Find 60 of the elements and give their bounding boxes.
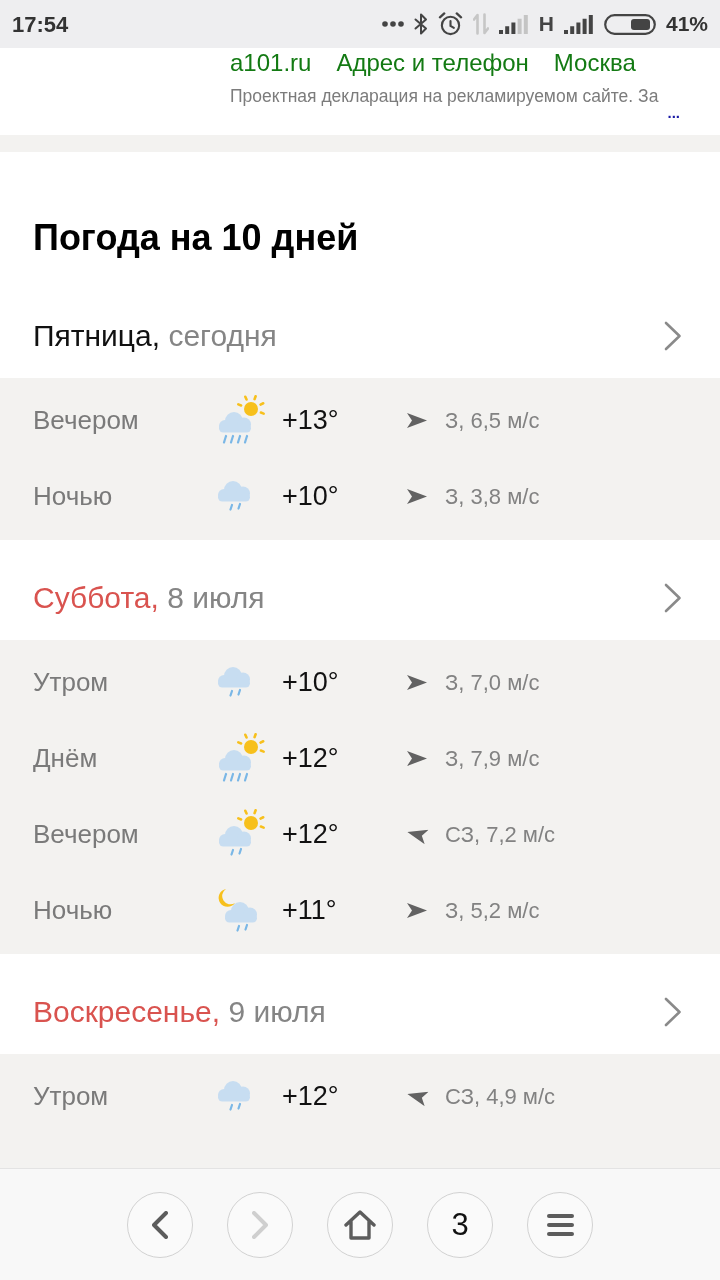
bluetooth-icon <box>413 13 428 35</box>
cloud-rain-icon <box>217 1079 252 1113</box>
sun-cloud-rain-icon <box>217 809 266 859</box>
day-header[interactable]: Суббота, 8 июля <box>0 540 720 640</box>
wind-arrow-icon <box>407 750 427 766</box>
status-time: 17:54 <box>12 10 69 39</box>
moon-cloud-rain-icon <box>217 886 259 934</box>
chevron-right-icon <box>664 583 682 613</box>
period-label: Вечером <box>32 817 140 851</box>
wind-reading: СЗ, 7,2 м/с <box>445 820 556 849</box>
period-label: Утром <box>32 665 110 699</box>
wind-reading: З, 6,5 м/с <box>445 406 540 435</box>
temperature: +10° <box>282 479 340 513</box>
network-type: H <box>538 11 554 38</box>
period-label: Днём <box>32 741 99 775</box>
alarm-clock-icon <box>437 12 463 36</box>
period-label: Ночью <box>32 893 114 927</box>
period-label: Ночью <box>32 479 114 513</box>
temperature: +12° <box>282 741 340 775</box>
day-header[interactable]: Воскресенье, 9 июля <box>0 954 720 1054</box>
wind-arrow-icon <box>407 412 427 428</box>
wind-reading: З, 7,9 м/с <box>445 744 540 773</box>
more-link[interactable]: ... <box>667 107 680 119</box>
more-dots-icon <box>381 21 404 27</box>
period-label: Вечером <box>32 403 140 437</box>
temperature: +12° <box>282 817 340 851</box>
chevron-right-icon <box>664 321 682 351</box>
temperature: +13° <box>282 403 340 437</box>
battery-percent: 41% <box>665 11 708 38</box>
ad-link[interactable]: a101.ru <box>230 48 312 78</box>
wind-reading: З, 5,2 м/с <box>445 896 540 925</box>
temperature: +12° <box>282 1079 340 1113</box>
ad-link[interactable]: Москва <box>553 48 636 78</box>
day-header[interactable]: Пятница, сегодня <box>0 278 720 378</box>
signal-icon <box>563 14 594 34</box>
forecast-title: Погода на 10 дней <box>33 218 360 258</box>
cloud-rain-icon <box>217 665 252 699</box>
signal-icon <box>498 14 529 34</box>
data-arrows-icon <box>472 13 489 35</box>
chevron-right-icon <box>664 997 682 1027</box>
tabs-count-button[interactable]: 3 <box>427 1191 493 1258</box>
wind-reading: СЗ, 4,9 м/с <box>445 1082 556 1111</box>
chevron-right-icon <box>252 1210 268 1239</box>
sun-cloud-rain-icon <box>217 395 266 445</box>
ad-disclaimer: Проектная декларация на рекламируемом сайте. За <box>230 86 660 107</box>
battery-icon <box>603 13 656 35</box>
ad-link[interactable]: Адрес и телефон <box>336 48 529 78</box>
sun-cloud-rain-icon <box>217 733 266 783</box>
wind-arrow-icon <box>407 902 427 918</box>
cloud-rain-icon <box>217 479 252 513</box>
wind-arrow-icon <box>407 674 427 690</box>
wind-reading: З, 3,8 м/с <box>445 482 540 511</box>
wind-reading: З, 7,0 м/с <box>445 668 540 697</box>
wind-arrow-icon <box>407 488 427 504</box>
home-icon <box>344 1209 376 1240</box>
period-label: Утром <box>32 1079 110 1113</box>
temperature: +10° <box>282 665 340 699</box>
chevron-left-icon <box>152 1210 168 1239</box>
temperature: +11° <box>282 893 338 927</box>
menu-icon <box>546 1213 574 1236</box>
